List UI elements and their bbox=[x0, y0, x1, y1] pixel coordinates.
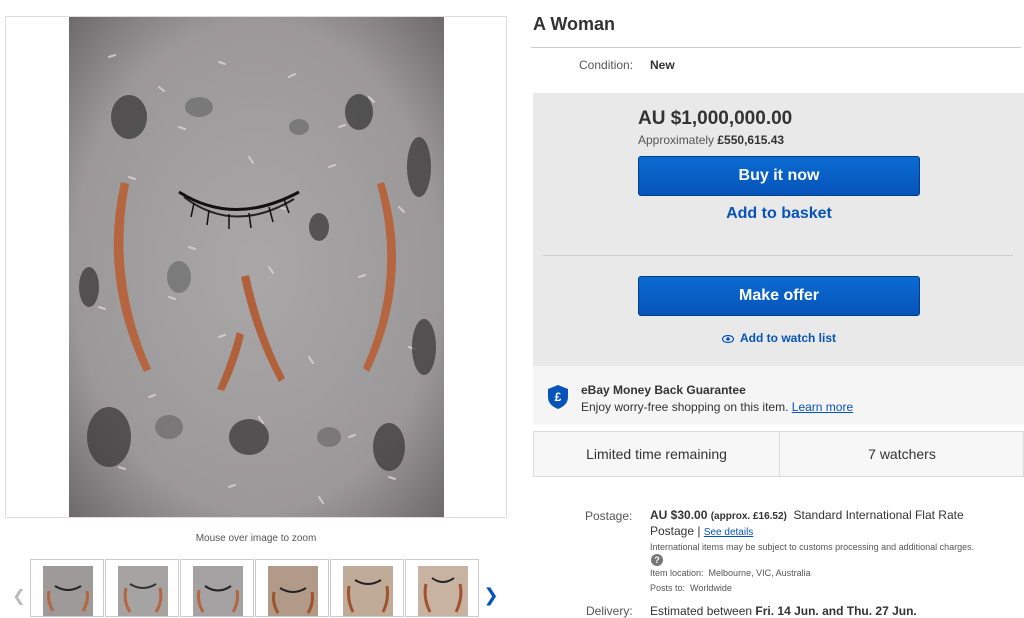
postage-price: AU $30.00 bbox=[650, 508, 708, 522]
make-offer-button[interactable]: Make offer bbox=[638, 276, 920, 316]
watchers-count: 7 watchers bbox=[868, 446, 936, 462]
help-icon[interactable]: ? bbox=[651, 554, 663, 566]
buy-box-divider bbox=[543, 255, 1013, 256]
add-to-watch-list-link[interactable]: Add to watch list bbox=[638, 331, 920, 346]
delivery-prefix: Estimated between bbox=[650, 604, 753, 618]
posts-to-value: Worldwide bbox=[690, 583, 732, 593]
guarantee-text: Enjoy worry-free shopping on this item. … bbox=[581, 400, 853, 414]
postage-service-cont: Postage | bbox=[650, 524, 701, 538]
location-label: Item location: bbox=[650, 568, 704, 578]
thumbnail-5[interactable] bbox=[330, 559, 404, 617]
eye-icon bbox=[721, 332, 735, 346]
listing-stats: Limited time remaining 7 watchers bbox=[533, 431, 1024, 477]
thumbnail-2[interactable] bbox=[105, 559, 179, 617]
buy-box: AU $1,000,000.00 Approximately £550,615.… bbox=[533, 93, 1024, 366]
chevron-left-icon[interactable]: ❮ bbox=[10, 587, 28, 607]
posts-to: Posts to: Worldwide bbox=[650, 583, 732, 593]
postage-service: Standard International Flat Rate bbox=[793, 508, 964, 522]
svg-text:£: £ bbox=[555, 390, 562, 404]
item-location: Item location: Melbourne, VIC, Australia bbox=[650, 568, 811, 578]
guarantee-description: Enjoy worry-free shopping on this item. bbox=[581, 400, 789, 414]
postage-approx: (approx. £16.52) bbox=[710, 511, 787, 522]
thumbnail-6[interactable] bbox=[405, 559, 479, 617]
thumbnail-1[interactable] bbox=[30, 559, 104, 617]
thumbnail-3[interactable] bbox=[180, 559, 254, 617]
delivery-label: Delivery: bbox=[586, 604, 633, 618]
delivery-dates: Fri. 14 Jun. and Thu. 27 Jun. bbox=[755, 604, 917, 618]
postage-label: Postage: bbox=[585, 509, 633, 523]
item-price: AU $1,000,000.00 bbox=[638, 108, 793, 129]
buy-it-now-button[interactable]: Buy it now bbox=[638, 156, 920, 196]
learn-more-link[interactable]: Learn more bbox=[792, 400, 853, 414]
shield-pound-icon: £ bbox=[547, 384, 569, 415]
main-product-image[interactable] bbox=[5, 16, 507, 518]
posts-to-label: Posts to: bbox=[650, 583, 686, 593]
location-value: Melbourne, VIC, Australia bbox=[708, 568, 811, 578]
money-back-guarantee: £ eBay Money Back Guarantee Enjoy worry-… bbox=[533, 366, 1024, 424]
condition-label: Condition: bbox=[579, 58, 634, 72]
customs-note: International items may be subject to cu… bbox=[650, 542, 975, 552]
item-title: A Woman bbox=[533, 14, 616, 34]
condition-value: New bbox=[650, 58, 675, 72]
postage-details: AU $30.00 (approx. £16.52) Standard Inte… bbox=[650, 508, 1022, 540]
approx-price: Approximately £550,615.43 bbox=[638, 133, 784, 147]
watch-label: Add to watch list bbox=[740, 331, 836, 345]
add-to-basket-link[interactable]: Add to basket bbox=[638, 205, 920, 223]
see-details-link[interactable]: See details bbox=[704, 527, 753, 538]
approx-label: Approximately bbox=[638, 133, 715, 147]
chevron-right-icon[interactable]: ❯ bbox=[482, 585, 500, 605]
zoom-hint: Mouse over image to zoom bbox=[195, 533, 317, 544]
artwork-image bbox=[69, 17, 444, 517]
title-divider bbox=[531, 47, 1021, 48]
approx-value: £550,615.43 bbox=[717, 133, 785, 147]
guarantee-title: eBay Money Back Guarantee bbox=[581, 383, 746, 397]
delivery-estimate: Estimated between Fri. 14 Jun. and Thu. … bbox=[650, 604, 917, 618]
thumbnail-4[interactable] bbox=[255, 559, 329, 617]
time-remaining: Limited time remaining bbox=[586, 446, 727, 462]
